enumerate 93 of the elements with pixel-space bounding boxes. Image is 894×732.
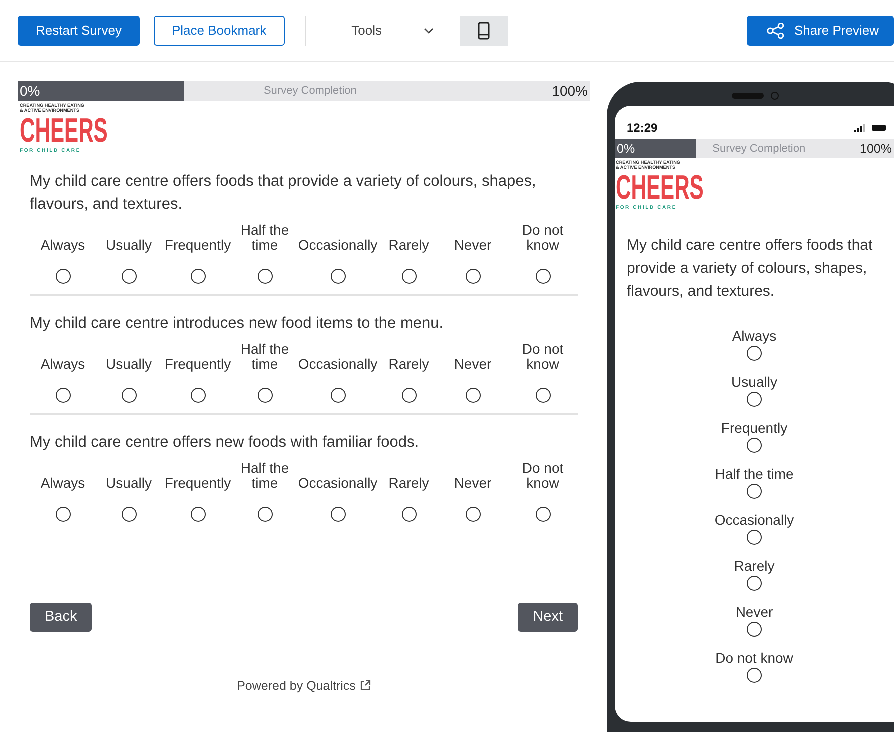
option-label: Frequently [164, 236, 232, 253]
option-label: Always [40, 354, 86, 372]
progress-start-label: 0% [616, 142, 636, 156]
radio-button[interactable] [190, 388, 206, 403]
share-icon [767, 22, 786, 38]
option-label: Always [40, 474, 86, 491]
option-label: Never [453, 236, 493, 253]
option-label: Half the time [240, 222, 290, 253]
radio-button[interactable] [190, 268, 206, 284]
progress-start-label: 0% [19, 83, 40, 99]
option-label: Frequently [721, 420, 788, 436]
radio-button[interactable] [747, 576, 762, 591]
option-label: Do not know [521, 342, 565, 372]
option-label: Never [453, 354, 493, 372]
radio-button[interactable] [258, 506, 272, 522]
radio-button[interactable] [536, 506, 550, 522]
option-label: Occasionally [297, 236, 379, 253]
option-label: Half the time [715, 466, 794, 482]
mobile-preview-button[interactable] [460, 16, 508, 46]
option-label: Always [732, 328, 777, 344]
speaker-grille [732, 93, 764, 99]
radio-button[interactable] [466, 388, 480, 403]
status-time: 12:29 [627, 120, 659, 134]
option-label: Occasionally [297, 354, 379, 372]
radio-button[interactable] [747, 484, 762, 499]
radio-button[interactable] [122, 268, 136, 284]
option-label: Half the time [240, 460, 290, 491]
option-label: Do not know [716, 650, 794, 666]
radio-button[interactable] [747, 392, 762, 407]
radio-button[interactable] [56, 388, 70, 403]
radio-button[interactable] [746, 668, 762, 683]
option-label: Rarely [734, 558, 775, 574]
question-text: My child care centre offers new foods with familiar foods. [30, 432, 420, 453]
radio-button[interactable] [258, 268, 272, 284]
option-label: Usually [105, 474, 153, 491]
share-preview-button[interactable]: Share Preview [747, 16, 894, 46]
radio-button[interactable] [746, 346, 762, 361]
tools-dropdown[interactable]: Tools [326, 16, 446, 46]
option-label: Occasionally [714, 512, 794, 528]
radio-button[interactable] [330, 388, 346, 403]
external-link-icon [360, 680, 371, 692]
back-button[interactable]: Back [30, 602, 92, 632]
phone-icon [478, 22, 490, 40]
camera-lens [771, 92, 779, 100]
question-text: My child care centre offers foods that provide a variety of colours, shapes, flavours, and textures. [627, 236, 874, 302]
option-label: Never [453, 474, 493, 491]
option-label: Usually [732, 374, 778, 390]
radio-button[interactable] [747, 530, 762, 545]
radio-button[interactable] [536, 388, 550, 403]
radio-button[interactable] [747, 438, 762, 453]
radio-button[interactable] [56, 268, 70, 284]
radio-button[interactable] [122, 506, 136, 522]
option-label: Do not know [521, 222, 565, 253]
battery-icon [872, 124, 886, 130]
radio-button[interactable] [122, 388, 136, 403]
question-text: My child care centre offers foods that provide a variety of colours, shapes, flavours, and textures. [30, 172, 538, 215]
progress-end-label: 100% [860, 142, 893, 156]
progress-end-label: 100% [552, 83, 589, 99]
radio-button[interactable] [466, 506, 480, 522]
next-button[interactable]: Next [518, 602, 578, 632]
progress-title: Survey Completion [712, 142, 806, 154]
radio-button[interactable] [402, 506, 416, 522]
logo-wordmark: CHEERS [20, 114, 108, 150]
option-label: Occasionally [297, 474, 379, 491]
radio-button[interactable] [536, 268, 550, 284]
radio-button[interactable] [402, 388, 416, 403]
option-label: Always [40, 236, 86, 253]
option-label: Usually [105, 354, 153, 372]
powered-by-link[interactable]: Powered by Qualtrics [237, 678, 356, 693]
option-label: Rarely [388, 474, 430, 491]
option-label: Usually [105, 236, 153, 253]
logo-wordmark: CHEERS [616, 171, 704, 206]
option-label: Do not know [521, 460, 565, 491]
progress-title: Survey Completion [264, 85, 357, 97]
place-bookmark-button[interactable]: Place Bookmark [154, 16, 285, 46]
radio-button[interactable] [56, 506, 70, 522]
radio-button[interactable] [466, 268, 480, 284]
question-text: My child care centre introduces new food items to the menu. [30, 314, 445, 334]
radio-button[interactable] [258, 388, 272, 403]
radio-button[interactable] [402, 268, 416, 284]
option-label: Half the time [240, 342, 290, 372]
option-label: Rarely [388, 354, 430, 372]
radio-button[interactable] [190, 506, 206, 522]
radio-button[interactable] [330, 506, 346, 522]
signal-icon [854, 124, 866, 132]
restart-survey-button[interactable]: Restart Survey [18, 16, 140, 46]
chevron-down-icon [424, 28, 434, 34]
radio-button[interactable] [330, 268, 346, 284]
option-label: Frequently [164, 474, 232, 491]
option-label: Frequently [164, 354, 232, 372]
option-label: Never [736, 604, 774, 620]
radio-button[interactable] [746, 622, 762, 637]
option-label: Rarely [388, 236, 430, 253]
